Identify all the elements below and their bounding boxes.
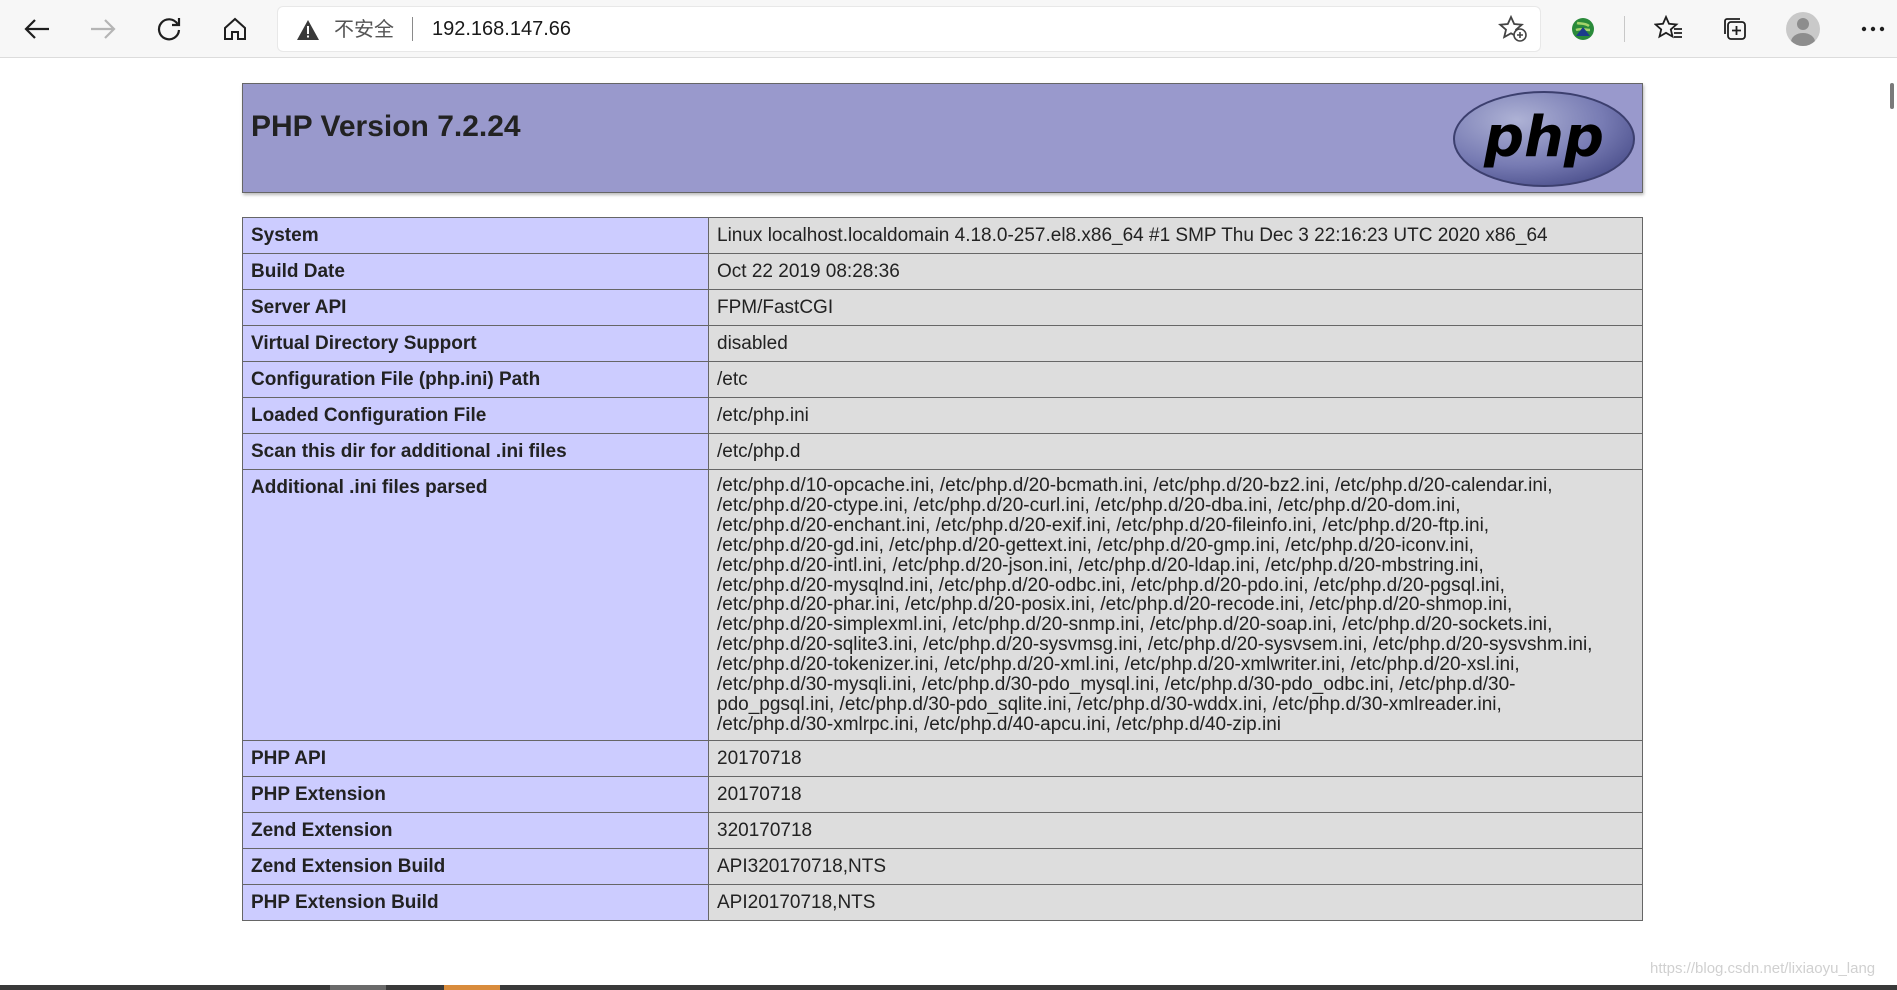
row-value: API20170718,NTS — [708, 883, 1643, 921]
forward-button[interactable] — [80, 6, 126, 52]
warning-icon[interactable] — [296, 19, 320, 41]
php-version-header: PHP Version 7.2.24 php — [242, 83, 1643, 193]
table-row: PHP Extension 20170718 — [242, 775, 1643, 813]
row-key: Additional .ini files parsed — [242, 469, 709, 741]
page-title: PHP Version 7.2.24 — [251, 110, 521, 143]
row-key: Build Date — [242, 253, 709, 290]
taskbar-item-active[interactable] — [444, 985, 500, 990]
home-icon — [224, 17, 246, 40]
toolbar-divider — [1624, 16, 1625, 42]
table-row: Configuration File (php.ini) Path/etc — [242, 361, 1643, 398]
row-value: API320170718,NTS — [708, 847, 1643, 885]
ini-file-line: /etc/php.d/20-simplexml.ini, /etc/php.d/… — [717, 614, 1553, 636]
row-value: /etc/php.d — [708, 433, 1643, 470]
ini-file-line: /etc/php.d/20-sqlite3.ini, /etc/php.d/20… — [717, 634, 1593, 656]
vertical-scrollbar[interactable] — [1880, 59, 1897, 985]
refresh-button[interactable] — [146, 6, 192, 52]
back-button[interactable] — [14, 6, 60, 52]
table-row: Server API FPM/FastCGI — [242, 289, 1643, 326]
table-row: Loaded Configuration File/etc/php.ini — [242, 397, 1643, 434]
table-row: Additional .ini files parsed/etc/php.d/1… — [242, 469, 1643, 741]
ini-file-line: /etc/php.d/20-tokenizer.ini, /etc/php.d/… — [717, 654, 1520, 676]
php-logo[interactable]: php — [1452, 90, 1636, 188]
row-value: disabled — [708, 325, 1643, 362]
row-key: PHP API — [242, 739, 709, 777]
security-label[interactable]: 不安全 — [334, 17, 394, 41]
ini-file-line: /etc/php.d/30-xmlrpc.ini, /etc/php.d/40-… — [717, 713, 1281, 735]
row-key: Zend Extension — [242, 811, 709, 849]
row-key: Loaded Configuration File — [242, 397, 709, 434]
table-row: Virtual Directory Support disabled — [242, 325, 1643, 362]
refresh-icon — [157, 18, 181, 41]
row-value: Oct 22 2019 08:28:36 — [708, 253, 1643, 290]
table-row: System Linux localhost.localdomain 4.18.0… — [242, 217, 1643, 254]
forward-icon — [91, 19, 116, 39]
collections-icon — [1724, 18, 1746, 40]
address-bar[interactable]: 不安全 192.168.147.66 — [278, 7, 1540, 51]
favorites-button[interactable] — [1646, 6, 1692, 52]
extension-icon — [1572, 18, 1594, 40]
row-key: PHP Extension — [242, 775, 709, 813]
table-row: Build Date Oct 22 2019 08:28:36 — [242, 253, 1643, 290]
more-button[interactable] — [1850, 6, 1896, 52]
url-text[interactable]: 192.168.147.66 — [432, 17, 571, 41]
table-row: PHP API 20170718 — [242, 739, 1643, 777]
php-logo-text: php — [1483, 105, 1604, 170]
row-value: 20170718 — [708, 775, 1643, 813]
row-value: /etc/php.ini — [708, 397, 1643, 434]
ini-file-line: /etc/php.d/20-gd.ini, /etc/php.d/20-gett… — [717, 534, 1474, 556]
row-value: /etc/php.d/10-opcache.ini, /etc/php.d/20… — [708, 469, 1643, 741]
phpinfo-table: System Linux localhost.localdomain 4.18.0… — [242, 217, 1643, 921]
ini-file-line: /etc/php.d/20-ctype.ini, /etc/php.d/20-c… — [717, 494, 1461, 516]
row-value: 20170718 — [708, 739, 1643, 777]
ini-file-line: /etc/php.d/30-mysqli.ini, /etc/php.d/30-… — [717, 674, 1516, 696]
row-value: /etc — [708, 361, 1643, 398]
ini-file-line: pdo_pgsql.ini, /etc/php.d/30-pdo_sqlite.… — [717, 693, 1502, 715]
row-value: 320170718 — [708, 811, 1643, 849]
more-icon — [1861, 26, 1885, 32]
page-content: PHP Version 7.2.24 php System Linux local… — [0, 59, 1880, 985]
taskbar — [0, 985, 1897, 990]
address-divider — [412, 17, 413, 41]
collections-button[interactable] — [1712, 6, 1758, 52]
phpinfo-container: PHP Version 7.2.24 php System Linux local… — [242, 83, 1643, 921]
table-row: Zend Extension 320170718 — [242, 811, 1643, 849]
row-key: Scan this dir for additional .ini files — [242, 433, 709, 470]
ini-file-line: /etc/php.d/20-phar.ini, /etc/php.d/20-po… — [717, 594, 1513, 616]
watermark: https://blog.csdn.net/lixiaoyu_lang — [1650, 960, 1876, 977]
row-key: System — [242, 217, 709, 254]
row-value: Linux localhost.localdomain 4.18.0-257.e… — [708, 217, 1643, 254]
ini-file-line: /etc/php.d/20-enchant.ini, /etc/php.d/20… — [717, 514, 1490, 536]
table-row: Zend Extension Build API320170718,NTS — [242, 847, 1643, 885]
row-value: FPM/FastCGI — [708, 289, 1643, 326]
extension-button[interactable] — [1560, 6, 1606, 52]
row-key: Configuration File (php.ini) Path — [242, 361, 709, 398]
scrollbar-thumb[interactable] — [1890, 83, 1894, 109]
row-key: Zend Extension Build — [242, 847, 709, 885]
table-row: PHP Extension Build API20170718,NTS — [242, 883, 1643, 921]
row-key: Server API — [242, 289, 709, 326]
taskbar-item[interactable] — [330, 985, 386, 990]
add-favorite-icon[interactable] — [1498, 15, 1528, 43]
favorites-icon — [1654, 15, 1682, 39]
browser-toolbar: 不安全 192.168.147.66 — [0, 0, 1897, 58]
ini-file-line: /etc/php.d/20-intl.ini, /etc/php.d/20-js… — [717, 554, 1484, 576]
row-key: Virtual Directory Support — [242, 325, 709, 362]
ini-file-line: /etc/php.d/10-opcache.ini, /etc/php.d/20… — [717, 475, 1553, 496]
profile-avatar[interactable] — [1786, 12, 1820, 46]
back-icon — [24, 19, 49, 39]
ini-file-line: /etc/php.d/20-mysqlnd.ini, /etc/php.d/20… — [717, 574, 1505, 596]
row-key: PHP Extension Build — [242, 883, 709, 921]
table-row: Scan this dir for additional .ini files /… — [242, 433, 1643, 470]
home-button[interactable] — [212, 6, 258, 52]
